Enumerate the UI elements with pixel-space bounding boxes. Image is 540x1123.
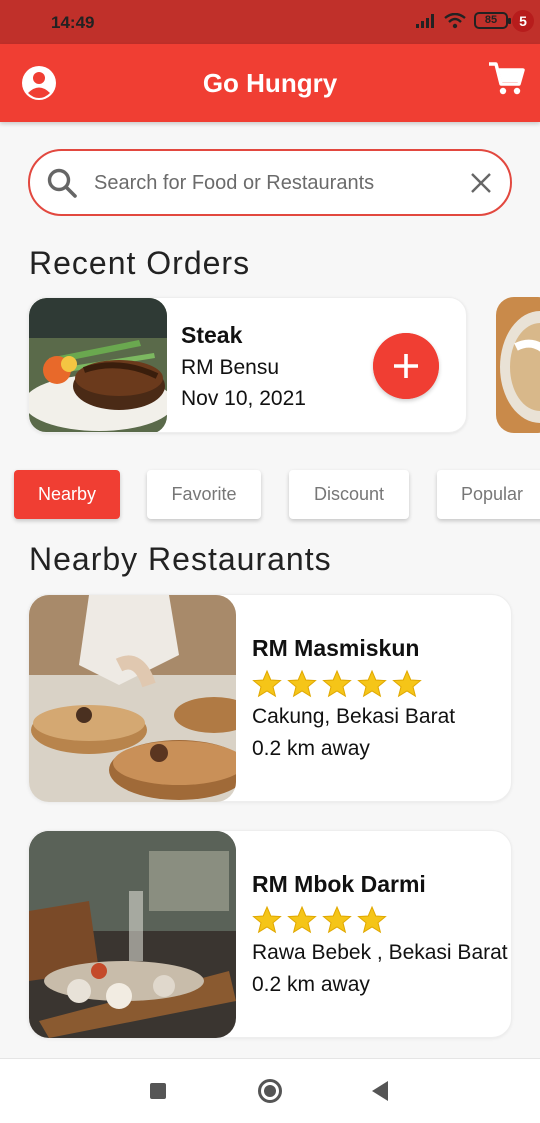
nav-recents-icon[interactable] (150, 1083, 166, 1099)
recent-order-card[interactable]: Steak RM Bensu Nov 10, 2021 (28, 297, 467, 433)
star-icon (322, 669, 352, 698)
order-restaurant: RM Bensu (181, 356, 280, 379)
steak-image (29, 298, 167, 432)
star-icon (322, 905, 352, 934)
restaurant-location: Cakung, Bekasi Barat (252, 705, 456, 728)
system-nav-bar (0, 1058, 540, 1123)
star-icon (287, 905, 317, 934)
wifi-icon (444, 12, 466, 28)
star-icon (252, 669, 282, 698)
star-icon (357, 669, 387, 698)
nav-back-icon[interactable] (372, 1081, 388, 1101)
star-icon (287, 669, 317, 698)
restaurant-card[interactable]: RM Masmiskun Cakung, Bekasi Barat 0.2 km… (28, 594, 512, 802)
close-icon[interactable] (470, 172, 492, 194)
star-icon (392, 669, 422, 698)
rating-stars (252, 905, 387, 935)
cart-icon[interactable] (487, 58, 527, 98)
recent-orders-title: Recent Orders (29, 245, 251, 281)
status-bar: 14:49 85 (0, 0, 540, 44)
restaurant-card[interactable]: RM Mbok Darmi Rawa Bebek , Bekasi Barat … (28, 830, 512, 1038)
app-bar: Go Hungry (0, 44, 540, 122)
nearby-restaurants-title: Nearby Restaurants (29, 541, 332, 577)
order-date: Nov 10, 2021 (181, 387, 306, 410)
filter-chip-discount[interactable]: Discount (289, 470, 409, 519)
restaurant-name: RM Masmiskun (252, 635, 420, 661)
status-icons: 85 (416, 12, 511, 29)
signal-icon (416, 13, 434, 28)
filter-chip-favorite[interactable]: Favorite (147, 470, 261, 519)
restaurant-image (29, 831, 236, 1038)
filter-chip-nearby[interactable]: Nearby (14, 470, 120, 519)
order-item-name: Steak (181, 322, 243, 348)
search-icon (47, 168, 77, 198)
search-input[interactable] (94, 167, 454, 199)
search-bar (28, 149, 512, 216)
star-icon (357, 905, 387, 934)
restaurant-distance: 0.2 km away (252, 973, 370, 996)
battery-icon: 85 (474, 12, 511, 29)
app-title: Go Hungry (202, 68, 338, 98)
cart-count-badge: 5 (512, 10, 534, 32)
rating-stars (252, 669, 422, 699)
star-icon (252, 905, 282, 934)
status-time: 14:49 (51, 13, 95, 32)
filter-chip-popular[interactable]: Popular (437, 470, 540, 519)
restaurant-image (29, 595, 236, 802)
nav-home-icon[interactable] (258, 1079, 282, 1103)
add-to-cart-button[interactable] (373, 333, 439, 399)
restaurant-location: Rawa Bebek , Bekasi Barat (252, 941, 508, 964)
restaurant-name: RM Mbok Darmi (252, 871, 426, 897)
restaurant-distance: 0.2 km away (252, 737, 370, 760)
next-order-card-image[interactable] (496, 297, 540, 433)
